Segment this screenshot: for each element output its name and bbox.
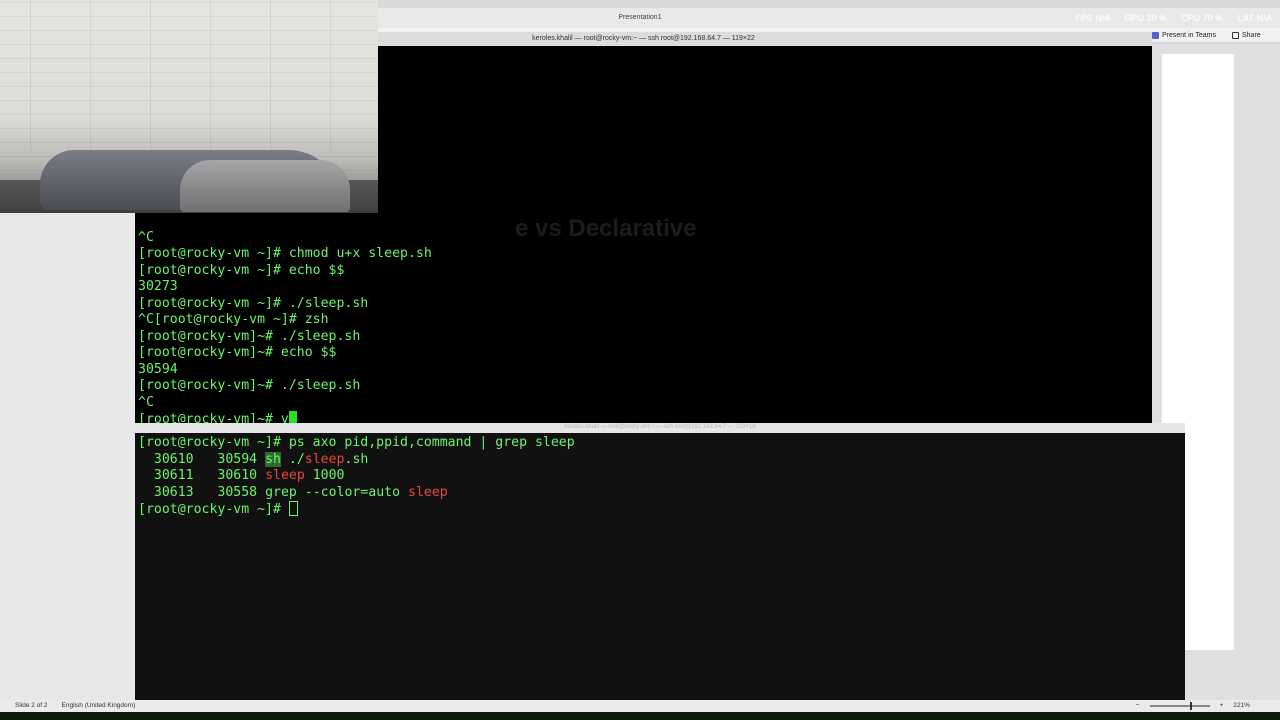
- terminal-line: ^C[root@rocky-vm ~]# zsh: [138, 312, 329, 327]
- ppid: 30610: [217, 468, 258, 483]
- grep-match: sleep: [304, 451, 345, 467]
- share-label: Share: [1242, 31, 1261, 39]
- terminal-bottom-title: keroles.khalil — root@rocky-vm:~ — ssh r…: [564, 424, 756, 430]
- pid: 30610: [153, 451, 194, 467]
- slide-indicator: Slide 2 of 2: [15, 702, 48, 709]
- ps-output-row: 30610 30594 sh ./sleep.sh: [138, 451, 1178, 469]
- brick-wall-line: [210, 0, 211, 150]
- terminal-line: [root@rocky-vm ~]# ./sleep.sh: [138, 295, 369, 311]
- terminal-line: [root@rocky-vm ~]# chmod u+x sleep.sh: [138, 246, 432, 261]
- webcam-overlay: [0, 0, 378, 213]
- terminal-line: ^C: [138, 229, 154, 245]
- command-suffix: 1000: [304, 468, 345, 483]
- highlighted-sh: sh: [265, 451, 281, 467]
- terminal-line: 30594: [138, 361, 178, 377]
- zoom-level[interactable]: 221%: [1233, 702, 1250, 709]
- terminal-bottom-titlebar[interactable]: keroles.khalil — root@rocky-vm:~ — ssh r…: [135, 423, 1185, 433]
- dock-strip: [0, 712, 1280, 720]
- slides-thumbnail-panel[interactable]: [0, 210, 135, 700]
- terminal-prompt-text: [root@rocky-vm ~]#: [138, 502, 289, 517]
- zoom-out-icon[interactable]: −: [1136, 702, 1140, 709]
- brick-wall-line: [270, 0, 271, 150]
- terminal-line: [root@rocky-vm]~# ./sleep.sh: [138, 328, 361, 344]
- grep-match: sleep: [408, 484, 448, 500]
- zoom-in-icon[interactable]: +: [1220, 702, 1224, 709]
- terminal-bottom-output[interactable]: [root@rocky-vm ~]# ps axo pid,ppid,comma…: [138, 435, 1178, 518]
- latency-readout: LAT N/A: [1237, 13, 1272, 23]
- performance-overlay: FPS N/A GPU 30 % CPU 70 % LAT N/A: [1075, 13, 1272, 23]
- terminal-prompt-line[interactable]: [root@rocky-vm ~]#: [138, 501, 1178, 518]
- ppid: 30558: [217, 484, 258, 500]
- terminal-line: [root@rocky-vm ~]# echo $$: [138, 262, 345, 278]
- present-in-teams-label: Present in Teams: [1162, 31, 1216, 39]
- pid: 30611: [153, 468, 194, 483]
- brick-wall-line: [330, 0, 331, 150]
- pillow-shape: [180, 160, 350, 212]
- terminal-window-bottom[interactable]: [root@rocky-vm ~]# ps axo pid,ppid,comma…: [135, 433, 1185, 700]
- terminal-line: [root@rocky-vm]~# ./sleep.sh: [138, 378, 361, 393]
- gpu-readout: GPU 30 %: [1124, 13, 1168, 23]
- terminal-command-line: [root@rocky-vm ~]# ps axo pid,ppid,comma…: [138, 435, 575, 450]
- language-indicator[interactable]: English (United Kingdom): [62, 702, 136, 709]
- status-bar: Slide 2 of 2 English (United Kingdom) − …: [0, 700, 1280, 712]
- command-part: grep --color=auto: [265, 484, 408, 500]
- zoom-slider[interactable]: [1149, 701, 1210, 710]
- brick-wall-line: [150, 0, 151, 150]
- brick-wall-line: [90, 0, 91, 150]
- brick-wall-line: [30, 0, 31, 150]
- terminal-line: ^C: [138, 394, 154, 410]
- present-in-teams-button[interactable]: Present in Teams: [1152, 29, 1216, 41]
- command-part: ./: [280, 451, 305, 467]
- share-button[interactable]: Share: [1232, 29, 1261, 41]
- app-window-title: Presentation1: [618, 14, 662, 21]
- cpu-readout: CPU 70 %: [1181, 13, 1224, 23]
- share-icon: [1232, 31, 1239, 39]
- terminal-cursor: [288, 501, 298, 516]
- grep-match: sleep: [265, 468, 305, 483]
- teams-icon: [1152, 31, 1159, 39]
- fps-readout: FPS N/A: [1075, 13, 1111, 23]
- terminal-line: [root@rocky-vm]~# echo $$: [138, 345, 337, 360]
- ppid: 30594: [217, 451, 258, 467]
- ps-output-row: 30613 30558 grep --color=auto sleep: [138, 485, 1178, 502]
- terminal-line: 30273: [138, 279, 178, 294]
- command-suffix: .sh: [344, 451, 369, 467]
- ps-output-row: 30611 30610 sleep 1000: [138, 468, 1178, 485]
- pid: 30613: [153, 484, 194, 500]
